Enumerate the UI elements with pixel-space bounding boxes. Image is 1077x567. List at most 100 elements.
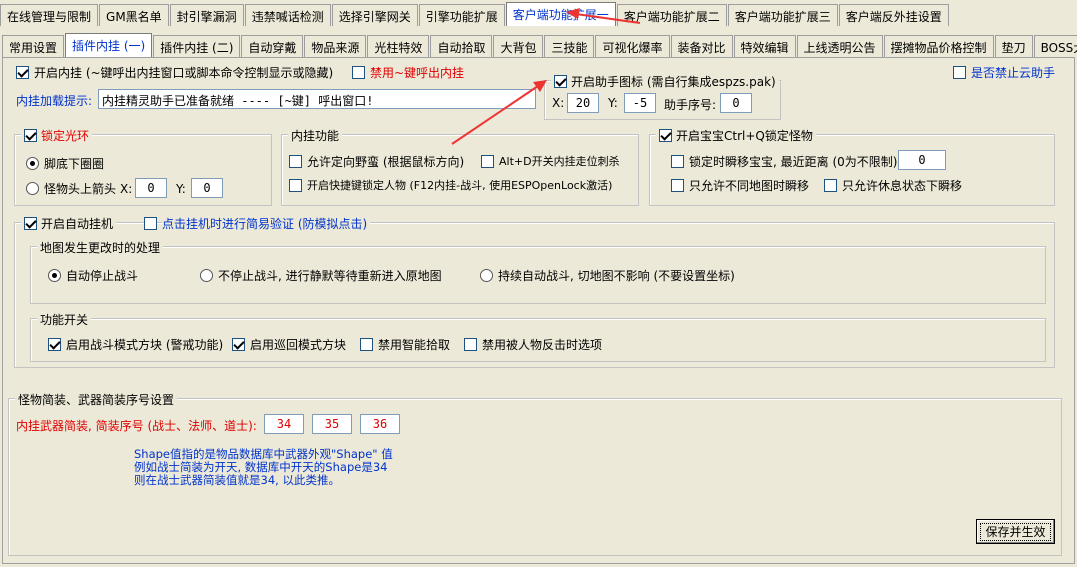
- disable-cloud-option[interactable]: 是否禁止云助手: [953, 64, 1055, 81]
- tab-client-extension-2[interactable]: 客户端功能扩展二: [616, 4, 727, 26]
- func2-checkbox[interactable]: [232, 338, 245, 351]
- sub-tab-row: 常用设置 插件内挂 (一) 插件内挂 (二) 自动穿戴 物品来源 光柱特效 自动…: [2, 33, 1077, 57]
- tab-client-anti-cheat[interactable]: 客户端反外挂设置: [838, 4, 949, 26]
- tab-three-skills[interactable]: 三技能: [544, 35, 595, 57]
- lock-ring-title[interactable]: 锁定光环: [21, 127, 93, 144]
- tab-engine-vulnerability[interactable]: 封引擎漏洞: [169, 4, 244, 26]
- hang-verify-option[interactable]: 点击挂机时进行简易验证 (防模拟点击): [144, 215, 371, 232]
- disable-cloud-checkbox[interactable]: [953, 66, 966, 79]
- map-opt1-label: 自动停止战斗: [66, 269, 139, 283]
- tab-client-extension-1[interactable]: 客户端功能扩展一: [505, 2, 616, 26]
- pet-item3[interactable]: 只允许休息状态下瞬移: [824, 177, 962, 194]
- lock-ring-x-input[interactable]: 0: [135, 178, 167, 198]
- weapon-warrior-input[interactable]: 34: [264, 414, 304, 434]
- lock-ring-radio2[interactable]: [26, 182, 39, 195]
- enable-plugin-option[interactable]: 开启内挂 (~键呼出内挂窗口或脚本命令控制显示或隐藏): [16, 64, 333, 81]
- alt-d-checkbox[interactable]: [481, 154, 494, 168]
- tab-visual-droprate[interactable]: 可视化爆率: [595, 35, 670, 57]
- tab-plugin-1[interactable]: 插件内挂 (一): [65, 33, 153, 57]
- pet-teleport-checkbox[interactable]: [671, 155, 684, 168]
- tab-stall-price[interactable]: 摆摊物品价格控制: [883, 35, 994, 57]
- tab-client-extension-3[interactable]: 客户端功能扩展三: [727, 4, 838, 26]
- func3-checkbox[interactable]: [360, 338, 373, 351]
- plugin-funcs-title: 内挂功能: [288, 127, 343, 144]
- map-opt2-label: 不停止战斗, 进行静默等待重新进入原地图: [218, 269, 442, 283]
- disable-tilde-option[interactable]: 禁用~键呼出内挂: [352, 64, 464, 81]
- pet-checkbox[interactable]: [659, 129, 672, 142]
- lock-ring-option2-label: 怪物头上箭头: [44, 182, 117, 196]
- func1-option[interactable]: 启用战斗模式方块 (警戒功能): [48, 336, 223, 353]
- func3-option[interactable]: 禁用智能拾取: [360, 336, 450, 353]
- func4-option[interactable]: 禁用被人物反击时选项: [464, 336, 602, 353]
- helper-icon-checkbox[interactable]: [554, 75, 567, 88]
- lock-ring-y-input[interactable]: 0: [191, 178, 223, 198]
- weapon-mage-input[interactable]: 35: [312, 414, 352, 434]
- func2-option[interactable]: 启用巡回模式方块: [232, 336, 346, 353]
- lock-ring-option1[interactable]: 脚底下圈圈: [26, 155, 104, 172]
- helper-index-label: 助手序号:: [664, 98, 717, 112]
- map-opt2[interactable]: 不停止战斗, 进行静默等待重新进入原地图: [200, 267, 442, 284]
- hang-verify-label: 点击挂机时进行简易验证 (防模拟点击): [162, 215, 371, 232]
- tab-effect-editor[interactable]: 特效编辑: [733, 35, 796, 57]
- tab-common-settings[interactable]: 常用设置: [2, 35, 65, 57]
- tab-boss-hpbar[interactable]: BOSS大血条: [1033, 35, 1077, 57]
- enable-plugin-checkbox[interactable]: [16, 66, 29, 79]
- map-opt2-radio[interactable]: [200, 269, 213, 282]
- hotkey-lock-label: 开启快捷键锁定人物 (F12内挂-战斗, 使用ESPOpenLock激活): [307, 179, 613, 192]
- auto-hang-title[interactable]: 开启自动挂机: [21, 215, 117, 232]
- tab-engine-gateway[interactable]: 选择引擎网关: [331, 4, 418, 26]
- save-button[interactable]: 保存并生效: [976, 519, 1055, 544]
- enable-plugin-label: 开启内挂 (~键呼出内挂窗口或脚本命令控制显示或隐藏): [34, 66, 334, 80]
- tab-auto-pickup[interactable]: 自动拾取: [430, 35, 493, 57]
- lock-ring-option2[interactable]: 怪物头上箭头: [26, 180, 116, 197]
- tab-online-notice[interactable]: 上线透明公告: [796, 35, 883, 57]
- helper-x-label: X:: [552, 96, 565, 110]
- pet-item1[interactable]: 锁定时瞬移宝宝, 最近距离 (0为不限制):: [671, 153, 902, 170]
- prompt-input[interactable]: 内挂精灵助手已准备就绪 ---- [~键] 呼出窗口!: [98, 89, 536, 109]
- pet-diff-map-checkbox[interactable]: [671, 179, 684, 192]
- map-opt3-radio[interactable]: [480, 269, 493, 282]
- plugin-func-item2[interactable]: Alt+D开关内挂走位刺杀: [481, 153, 620, 169]
- tab-equip-compare[interactable]: 装备对比: [670, 35, 733, 57]
- prompt-label: 内挂加载提示:: [16, 94, 93, 108]
- map-opt3[interactable]: 持续自动战斗, 切地图不影响 (不要设置坐标): [480, 267, 735, 284]
- tab-big-bag[interactable]: 大背包: [493, 35, 544, 57]
- tab-light-pillar[interactable]: 光柱特效: [367, 35, 430, 57]
- helper-index-input[interactable]: 0: [720, 93, 752, 113]
- pet-rest-label: 只允许休息状态下瞬移: [842, 179, 963, 193]
- pet-title[interactable]: 开启宝宝Ctrl+Q锁定怪物: [656, 127, 816, 144]
- plugin-funcs-group: 内挂功能: [281, 127, 639, 206]
- weapon-label: 内挂武器简装, 简装序号 (战士、法师、道士):: [16, 419, 257, 433]
- tab-plugin-2[interactable]: 插件内挂 (二): [153, 35, 241, 57]
- auto-hang-checkbox[interactable]: [24, 217, 37, 230]
- tab-auto-equip[interactable]: 自动穿戴: [241, 35, 304, 57]
- lock-ring-checkbox[interactable]: [24, 129, 37, 142]
- plugin-func-item3[interactable]: 开启快捷键锁定人物 (F12内挂-战斗, 使用ESPOpenLock激活): [289, 177, 612, 193]
- tab-prohibited-chat[interactable]: 违禁喊话检测: [244, 4, 331, 26]
- helper-x-input[interactable]: 20: [567, 93, 599, 113]
- tab-online-management[interactable]: 在线管理与限制: [0, 4, 99, 26]
- map-opt1-radio[interactable]: [48, 269, 61, 282]
- pet-distance-input[interactable]: 0: [898, 150, 946, 170]
- tab-gm-blacklist[interactable]: GM黑名单: [99, 4, 169, 26]
- lock-ring-radio1[interactable]: [26, 157, 39, 170]
- weapon-taoist-input[interactable]: 36: [360, 414, 400, 434]
- pet-diff-map-label: 只允许不同地图时瞬移: [689, 179, 810, 193]
- helper-icon-title[interactable]: 开启助手图标 (需自行集成espzs.pak): [551, 73, 779, 90]
- plugin-func-item1[interactable]: 允许定向野蛮 (根据鼠标方向): [289, 153, 464, 170]
- pet-rest-checkbox[interactable]: [824, 179, 837, 192]
- tab-engine-extension[interactable]: 引擎功能扩展: [418, 4, 505, 26]
- func1-checkbox[interactable]: [48, 338, 61, 351]
- map-opt1[interactable]: 自动停止战斗: [48, 267, 138, 284]
- directional-savage-checkbox[interactable]: [289, 155, 302, 168]
- helper-y-input[interactable]: -5: [624, 93, 656, 113]
- func4-checkbox[interactable]: [464, 338, 477, 351]
- func2-label: 启用巡回模式方块: [250, 338, 347, 352]
- map-change-title: 地图发生更改时的处理: [37, 239, 164, 256]
- hotkey-lock-checkbox[interactable]: [289, 178, 302, 192]
- disable-tilde-checkbox[interactable]: [352, 66, 365, 79]
- tab-item-source[interactable]: 物品来源: [304, 35, 367, 57]
- tab-pad-blade[interactable]: 垫刀: [994, 35, 1033, 57]
- hang-verify-checkbox[interactable]: [144, 217, 157, 230]
- pet-item2[interactable]: 只允许不同地图时瞬移: [671, 177, 809, 194]
